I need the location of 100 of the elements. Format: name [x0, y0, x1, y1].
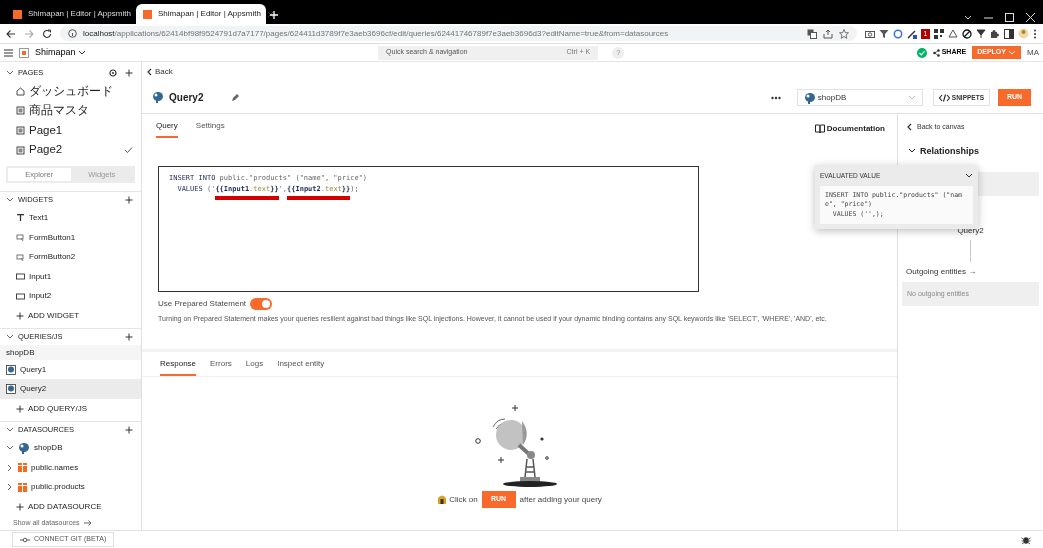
add-icon[interactable]: [125, 68, 133, 77]
puzzle-icon[interactable]: [990, 28, 1000, 39]
page-icon: [16, 106, 25, 116]
settings-icon[interactable]: [109, 68, 117, 77]
chevron-icon[interactable]: [6, 332, 14, 341]
app-name-dropdown[interactable]: Shimapan: [35, 45, 86, 60]
block-icon[interactable]: [962, 28, 972, 39]
chevron-icon: [906, 123, 913, 132]
code-icon: [938, 93, 950, 102]
edit-icon[interactable]: [231, 93, 241, 102]
more-icon[interactable]: [1033, 28, 1037, 39]
response-tab[interactable]: Errors: [210, 358, 232, 376]
widget-item[interactable]: Input2: [0, 286, 141, 306]
toggle-switch[interactable]: [250, 298, 273, 310]
maximize-icon[interactable]: [1005, 13, 1014, 22]
funnel-icon[interactable]: [879, 28, 889, 39]
qr-icon[interactable]: [934, 28, 944, 39]
camera-icon[interactable]: [865, 28, 875, 39]
translate-icon[interactable]: [807, 28, 817, 39]
outgoing-entities-title: Outgoing entities →: [906, 266, 978, 278]
back-arrow-icon[interactable]: [6, 28, 16, 39]
datasource-item[interactable]: shopDB: [0, 438, 141, 458]
favicon-icon: [143, 9, 152, 19]
query-item[interactable]: Query1: [0, 359, 141, 380]
hint-text: after adding your query: [519, 493, 602, 506]
page-item[interactable]: Page1: [0, 120, 141, 141]
page-item[interactable]: Page2: [0, 140, 141, 160]
hint-text: Click on: [449, 493, 478, 506]
add-icon[interactable]: [125, 425, 133, 434]
share-icon[interactable]: [823, 28, 833, 39]
add-icon[interactable]: [125, 195, 133, 204]
editor-tab[interactable]: Settings: [195, 120, 225, 138]
text-icon: [16, 213, 25, 223]
query-title[interactable]: Query2: [169, 90, 204, 105]
collapse-icon[interactable]: [965, 171, 973, 180]
profile-avatar-icon[interactable]: [1018, 28, 1029, 39]
add-icon[interactable]: [125, 332, 133, 341]
chevron-icon[interactable]: [6, 68, 14, 77]
home-icon: [16, 86, 25, 96]
chevron-icon[interactable]: [6, 463, 14, 472]
table-item[interactable]: public.products: [0, 477, 141, 497]
chevron-icon[interactable]: [6, 483, 14, 492]
add-query-link[interactable]: ADD QUERY/JS: [0, 399, 141, 419]
query-item[interactable]: Query2: [0, 379, 141, 399]
add-icon: [16, 502, 24, 511]
more-icon[interactable]: [770, 95, 781, 100]
editor-tab[interactable]: Query: [156, 120, 178, 138]
widget-item[interactable]: Input1: [0, 266, 141, 287]
chevron-icon: [146, 68, 153, 76]
close-icon[interactable]: [266, 10, 274, 18]
ring-icon[interactable]: [893, 28, 903, 39]
add-widget-link[interactable]: ADD WIDGET: [0, 306, 141, 326]
share-icon: [932, 48, 940, 57]
response-tab[interactable]: Logs: [245, 358, 264, 376]
database-icon: [6, 384, 16, 395]
response-tab[interactable]: Inspect entity: [277, 358, 325, 376]
add-icon: [16, 404, 24, 413]
widget-item[interactable]: FormButton2: [0, 247, 141, 267]
favicon-icon: [13, 9, 22, 19]
git-icon: [20, 536, 30, 543]
book-icon: [814, 124, 825, 134]
address-bar[interactable]: localhost/applications/62414bf98f9524791d7a7177/pages/624411d3789f7e3aeb3696cf/edit/queries/62441746789f7e3aeb3696d3?editName=true&from=datasources: [60, 26, 857, 41]
url-text: localhost/applications/62414bf98f9524791d7a7177/pages/624411d3789f7e3aeb3696cf/edit/queries/62441746789f7e3aeb3696d3?editName=true&from=datasources: [83, 27, 669, 40]
table-icon: [18, 463, 27, 472]
pen-icon[interactable]: [907, 28, 917, 39]
table-item[interactable]: public.names: [0, 457, 141, 478]
user-avatar[interactable]: MA: [1027, 46, 1039, 59]
tab-title: Shimapan | Editor | Appsmith: [28, 8, 131, 20]
app-logo-icon: [19, 47, 29, 58]
check-circle-icon: [916, 47, 927, 58]
documentation-link[interactable]: Documentation: [814, 123, 885, 135]
response-tab[interactable]: Response: [160, 358, 197, 376]
chevron-icon[interactable]: [6, 443, 14, 452]
datasource-group-label: shopDB: [0, 345, 141, 360]
caret-icon: [1008, 48, 1016, 57]
widget-item[interactable]: Text1: [0, 208, 141, 228]
chevron-icon[interactable]: [6, 425, 14, 434]
chevron-icon[interactable]: [6, 195, 14, 204]
star-icon[interactable]: [839, 28, 849, 39]
chevron-icon[interactable]: [964, 13, 972, 22]
tab-title: Shimapan | Editor | Appsmith: [158, 8, 261, 20]
widget-item[interactable]: FormButton1: [0, 227, 141, 248]
datasource-select[interactable]: shopDB: [796, 89, 923, 106]
caret-icon: [77, 48, 86, 57]
relationships-header[interactable]: Relationships: [908, 144, 979, 158]
reload-icon[interactable]: [42, 28, 52, 39]
add-icon: [16, 311, 24, 320]
info-icon: [68, 29, 77, 38]
database-icon: [6, 364, 16, 375]
page-icon: [16, 145, 25, 155]
add-datasource-link[interactable]: ADD DATASOURCE: [0, 496, 141, 517]
page-item[interactable]: 商品マスタ: [0, 101, 141, 121]
menu-icon[interactable]: [4, 48, 13, 57]
back-link[interactable]: Back: [146, 66, 173, 78]
bug-icon[interactable]: [1021, 534, 1031, 545]
sidebar-icon[interactable]: [1004, 28, 1014, 39]
table-icon: [18, 482, 27, 492]
page-item[interactable]: ダッシュボード: [0, 81, 141, 102]
arrow-icon: [83, 519, 92, 528]
caret-icon: [907, 93, 916, 102]
